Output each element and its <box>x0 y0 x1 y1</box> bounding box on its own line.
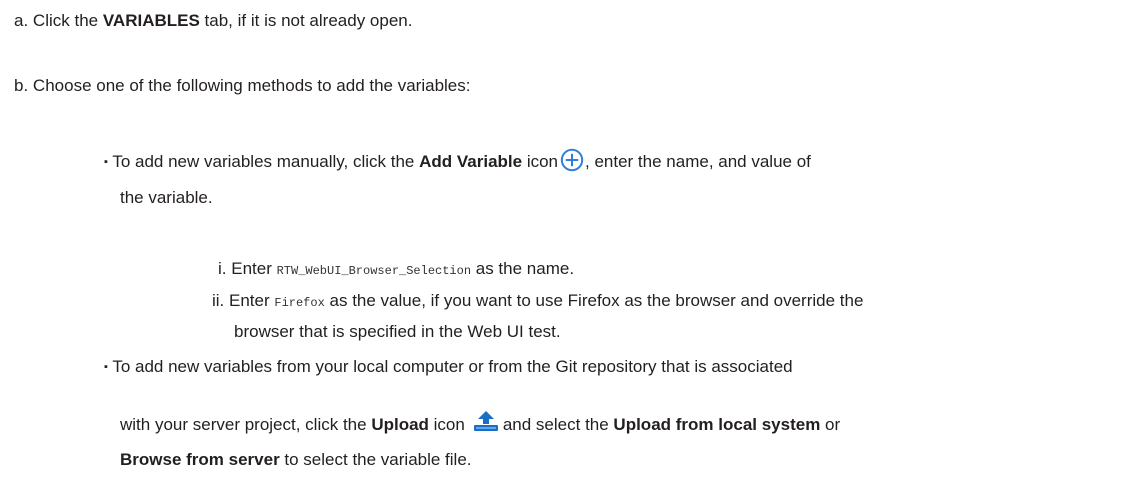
sub-step-ii-marker: ii. <box>212 291 225 310</box>
sub-step-ii-pre: Enter <box>229 291 275 310</box>
bullet-upload-post: to select the variable file. <box>279 450 472 469</box>
bullet-upload-mid1: icon <box>428 415 465 434</box>
bullet-upload-line2: with your server project, click the Uplo… <box>120 410 841 437</box>
step-a: a. Click the VARIABLES tab, if it is not… <box>14 9 412 33</box>
bullet-manual: ▪ To add new variables manually, click t… <box>104 148 811 176</box>
upload-from-local-label: Upload from local system <box>613 415 821 434</box>
step-a-text-post: tab, if it is not already open. <box>199 11 413 30</box>
add-circle-icon <box>560 148 584 172</box>
bullet-manual-line2: the variable. <box>120 188 213 207</box>
bullet-manual-mid: icon <box>522 152 559 171</box>
step-b: b. Choose one of the following methods t… <box>14 74 470 98</box>
bullet-manual-post: , enter the name, and value of <box>585 152 811 171</box>
sub-step-ii: ii. Enter Firefox as the value, if you w… <box>212 289 863 315</box>
bullet-upload: ▪ To add new variables from your local c… <box>104 355 793 381</box>
bullet-upload-mid2: and select the <box>502 415 614 434</box>
variable-value-code: Firefox <box>274 296 325 310</box>
step-b-marker: b. <box>14 76 29 95</box>
bullet-upload-line3: Browse from server to select the variabl… <box>120 448 472 472</box>
sub-step-ii-post: as the value, if you want to use Firefox… <box>324 291 864 310</box>
step-a-text-pre: Click the <box>32 11 103 30</box>
bullet-upload-line1: To add new variables from your local com… <box>112 357 793 376</box>
add-variable-label: Add Variable <box>419 152 523 171</box>
step-b-text: Choose one of the following methods to a… <box>32 76 471 95</box>
sub-step-ii-line2: browser that is specified in the Web UI … <box>234 322 561 341</box>
variables-tab-label: VARIABLES <box>102 11 200 30</box>
bullet-upload-mid3: or <box>820 415 841 434</box>
sub-step-i: i. Enter RTW_WebUI_Browser_Selection as … <box>218 257 574 283</box>
sub-step-i-marker: i. <box>218 259 227 278</box>
browse-from-server-label: Browse from server <box>120 450 280 469</box>
bullet-marker: ▪ <box>104 361 108 373</box>
bullet-upload-pre: with your server project, click the <box>120 415 372 434</box>
sub-step-i-post: as the name. <box>471 259 575 278</box>
bullet-manual-pre: To add new variables manually, click the <box>112 152 420 171</box>
upload-icon <box>473 410 499 432</box>
upload-label: Upload <box>371 415 429 434</box>
sub-step-i-pre: Enter <box>231 259 277 278</box>
step-a-marker: a. <box>14 11 29 30</box>
bullet-marker: ▪ <box>104 156 108 168</box>
variable-name-code: RTW_WebUI_Browser_Selection <box>276 264 472 278</box>
